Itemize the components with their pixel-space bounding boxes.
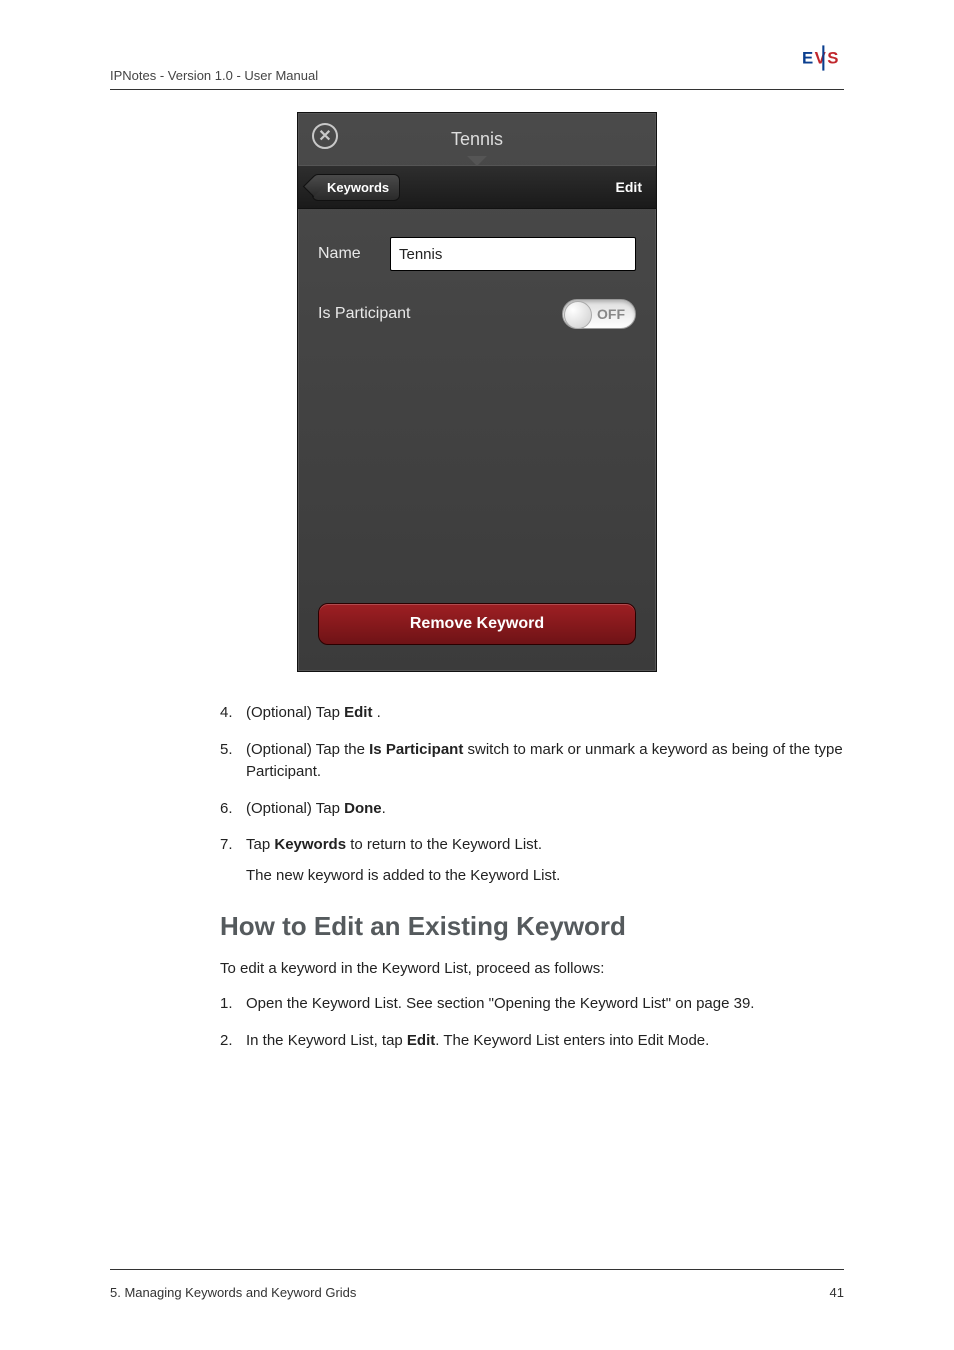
device-mockup: ✕ Tennis Keywords Edit Name Is Participa… (297, 112, 657, 672)
step-7-result: The new keyword is added to the Keyword … (246, 865, 844, 888)
evs-logo: E V S (802, 44, 844, 72)
name-input[interactable] (390, 237, 636, 271)
footer-page-number: 41 (830, 1285, 844, 1300)
svg-text:S: S (827, 49, 838, 68)
edit-procedure-steps: Open the Keyword List. See section "Open… (110, 993, 844, 1052)
header-rule (110, 89, 844, 90)
edit-step-1: Open the Keyword List. See section "Open… (220, 993, 844, 1016)
device-navbar: Keywords Edit (298, 165, 656, 209)
step-4: (Optional) Tap Edit . (220, 702, 844, 725)
toggle-knob-icon (564, 301, 592, 329)
running-header: IPNotes - Version 1.0 - User Manual (110, 68, 844, 83)
svg-text:V: V (815, 49, 827, 68)
close-icon[interactable]: ✕ (312, 123, 338, 149)
name-row: Name (318, 237, 636, 271)
edit-step-2-result: The Keyword List enters into Edit Mode. (443, 1032, 709, 1049)
procedure-steps-continued: (Optional) Tap Edit . (Optional) Tap the… (110, 702, 844, 887)
participant-label: Is Participant (318, 305, 410, 323)
footer-rule (110, 1269, 844, 1270)
device-topbar: ✕ Tennis (298, 113, 656, 165)
svg-text:E: E (802, 49, 813, 68)
step-6: (Optional) Tap Done. (220, 798, 844, 821)
name-label: Name (318, 245, 390, 263)
step-7: Tap Keywords to return to the Keyword Li… (220, 834, 844, 887)
footer-chapter: 5. Managing Keywords and Keyword Grids (110, 1285, 356, 1300)
screenshot-container: ✕ Tennis Keywords Edit Name Is Participa… (110, 112, 844, 672)
step-5: (Optional) Tap the Is Participant switch… (220, 739, 844, 784)
section-heading: How to Edit an Existing Keyword (220, 911, 844, 942)
edit-button[interactable]: Edit (616, 179, 642, 195)
device-body: Name Is Participant OFF (298, 209, 656, 329)
remove-keyword-button[interactable]: Remove Keyword (318, 603, 636, 645)
participant-row: Is Participant OFF (318, 299, 636, 329)
toggle-state-label: OFF (597, 306, 625, 322)
participant-toggle[interactable]: OFF (562, 299, 636, 329)
document-page: E V S IPNotes - Version 1.0 - User Manua… (0, 0, 954, 1350)
page-footer: 5. Managing Keywords and Keyword Grids 4… (110, 1285, 844, 1300)
back-button[interactable]: Keywords (312, 174, 400, 201)
popover-arrow-icon (467, 156, 487, 166)
edit-step-2: In the Keyword List, tap Edit. The Keywo… (220, 1030, 844, 1053)
section-intro: To edit a keyword in the Keyword List, p… (220, 960, 844, 977)
